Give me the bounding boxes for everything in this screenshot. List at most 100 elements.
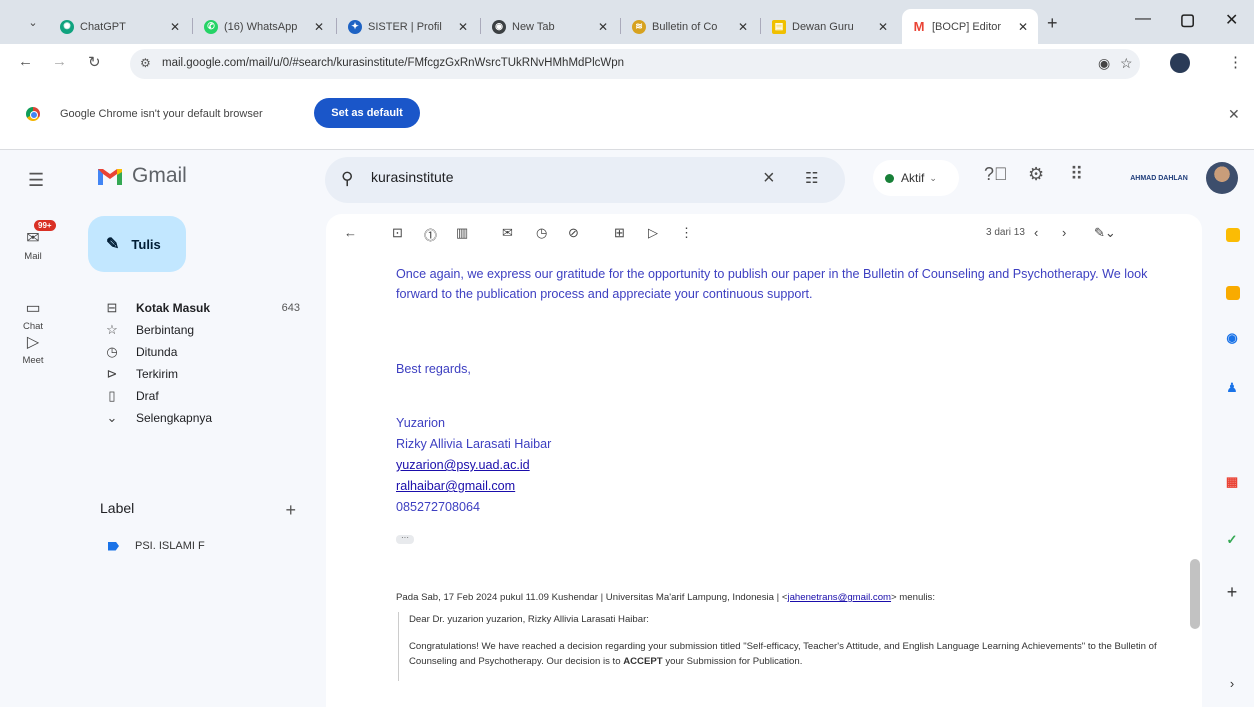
site-settings-icon[interactable]: ⚙ [140, 56, 151, 70]
organization-logo[interactable]: AHMAD DAHLAN [1120, 166, 1198, 190]
status-selector[interactable]: Aktif ⌄ [873, 160, 959, 196]
browser-menu-icon[interactable]: ⋮ [1228, 53, 1243, 71]
browser-tab[interactable]: ▤ Dewan Guru ✕ [762, 9, 898, 44]
get-addons-plus-icon[interactable]: + [1222, 582, 1242, 602]
maximize-button[interactable]: ▢ [1180, 10, 1195, 30]
clock-icon: ◷ [106, 344, 118, 359]
addon-icon[interactable]: ▦ [1222, 472, 1242, 492]
tab-search-chevron-icon[interactable]: ⌄ [22, 12, 44, 34]
gmail-logo[interactable]: Gmail [96, 164, 187, 188]
rail-mail[interactable]: ✉ 99+ Mail [12, 220, 56, 262]
browser-tab[interactable]: ≋ Bulletin of Co ✕ [622, 9, 758, 44]
tab-close-icon[interactable]: ✕ [738, 20, 748, 34]
set-as-default-button[interactable]: Set as default [314, 98, 420, 128]
newer-chevron-icon[interactable]: ‹ [1034, 225, 1038, 240]
message-closing: Best regards, [396, 362, 471, 376]
draft-icon: ▯ [108, 388, 116, 403]
account-avatar[interactable] [1206, 162, 1238, 194]
browser-toolbar: ← → ↻ ⚙ mail.google.com/mail/u/0/#search… [0, 44, 1254, 84]
bookmark-star-icon[interactable]: ☆ [1120, 55, 1133, 72]
checkmark-addon-icon[interactable]: ✓ [1222, 530, 1242, 550]
add-label-button[interactable]: + [285, 500, 296, 521]
help-icon[interactable]: ?⃝ [984, 164, 1008, 185]
rail-meet[interactable]: ▷ Meet [12, 332, 54, 366]
pencil-icon: ✎ [106, 236, 120, 253]
chat-icon: ▭ [25, 300, 41, 317]
mark-unread-icon[interactable]: ✉ [502, 225, 513, 241]
clear-search-icon[interactable]: × [763, 167, 775, 190]
settings-gear-icon[interactable]: ⚙ [1028, 164, 1044, 185]
show-trimmed-content-button[interactable]: ··· [396, 534, 414, 544]
tab-close-icon[interactable]: ✕ [170, 20, 180, 34]
quoted-sender-email-link[interactable]: jahenetrans@gmail.com [787, 592, 891, 603]
sister-favicon-icon: ✦ [348, 19, 362, 34]
mail-search-input[interactable] [371, 169, 751, 185]
nav-more[interactable]: ⌄ Selengkapnya [100, 405, 300, 431]
infobar-close-icon[interactable]: ✕ [1228, 106, 1240, 123]
report-spam-icon[interactable]: ⓵ [424, 225, 437, 244]
keep-icon[interactable] [1226, 286, 1240, 300]
minimize-button[interactable]: — [1135, 10, 1151, 28]
quoted-header: Pada Sab, 17 Feb 2024 pukul 11.09 Kushen… [396, 592, 936, 603]
tab-close-icon[interactable]: ✕ [314, 20, 324, 34]
meet-icon: ▷ [26, 334, 40, 351]
gmail-app: ☰ Gmail ⚲ × ☷ Aktif ⌄ ?⃝ ⚙ ⠿ AHMAD DAHLA… [0, 150, 1254, 707]
signature-name: Yuzarion [396, 416, 446, 430]
message-body: Once again, we express our gratitude for… [396, 264, 1176, 304]
more-options-icon[interactable]: ⋮ [680, 225, 693, 241]
back-to-list-icon[interactable]: ← [344, 225, 357, 240]
back-arrow-icon[interactable]: ← [18, 53, 33, 70]
browser-tab[interactable]: ✆ (16) WhatsApp ✕ [194, 9, 334, 44]
rail-chat[interactable]: ▭ Chat [12, 298, 54, 332]
browser-tab-active[interactable]: M [BOCP] Editor ✕ [902, 9, 1038, 44]
url-text[interactable]: mail.google.com/mail/u/0/#search/kurasin… [162, 57, 624, 69]
browser-tab[interactable]: ✺ ChatGPT ✕ [50, 9, 190, 44]
tab-close-icon[interactable]: ✕ [878, 20, 888, 34]
compose-button[interactable]: ✎ Tulis [88, 216, 186, 272]
star-icon: ☆ [106, 322, 118, 337]
show-side-panel-chevron-icon[interactable]: › [1222, 674, 1242, 694]
new-tab-button[interactable]: + [1047, 13, 1058, 34]
move-to-icon[interactable]: ⊞ [614, 225, 625, 241]
chevron-down-icon: ⌄ [106, 410, 118, 425]
quoted-message: Dear Dr. yuzarion yuzarion, Rizky Allivi… [398, 612, 1198, 681]
tasks-icon[interactable]: ◉ [1222, 328, 1242, 348]
archive-icon[interactable]: ⊡ [392, 225, 403, 241]
signature-email-link[interactable]: ralhaibar@gmail.com [396, 479, 515, 493]
address-bar[interactable]: ⚙ mail.google.com/mail/u/0/#search/kuras… [130, 49, 1140, 79]
search-options-icon[interactable]: ☷ [805, 169, 818, 187]
reload-icon[interactable]: ↻ [88, 53, 101, 71]
message-pane: ← ⊡ ⓵ ▥ ✉ ◷ ⊘ ⊞ ▷ ⋮ 3 dari 13 ‹ › ✎⌄ Onc… [326, 214, 1202, 707]
browser-profile-avatar[interactable] [1170, 53, 1190, 73]
tab-close-icon[interactable]: ✕ [598, 20, 608, 34]
snooze-icon[interactable]: ◷ [536, 225, 547, 241]
quoted-greeting: Dear Dr. yuzarion yuzarion, Rizky Allivi… [409, 614, 649, 625]
message-scrollbar-thumb[interactable] [1190, 559, 1200, 629]
contacts-icon[interactable]: ♟ [1222, 378, 1242, 398]
whatsapp-favicon-icon: ✆ [204, 19, 218, 34]
delete-icon[interactable]: ▥ [456, 225, 468, 241]
calendar-icon[interactable] [1226, 228, 1240, 242]
unread-badge: 99+ [34, 220, 56, 231]
forward-arrow-icon[interactable]: → [52, 53, 67, 70]
signature-email-link[interactable]: yuzarion@psy.uad.ac.id [396, 458, 530, 472]
main-menu-icon[interactable]: ☰ [28, 170, 44, 191]
view-icon[interactable]: ◉ [1098, 55, 1110, 72]
input-tools-icon[interactable]: ✎⌄ [1094, 225, 1116, 241]
browser-tab[interactable]: ◉ New Tab ✕ [482, 9, 618, 44]
gmail-wordmark: Gmail [132, 164, 187, 187]
browser-tab[interactable]: ✦ SISTER | Profil ✕ [338, 9, 478, 44]
apps-grid-icon[interactable]: ⠿ [1070, 164, 1083, 185]
default-browser-infobar: Google Chrome isn't your default browser… [0, 84, 1254, 150]
label-icon[interactable]: ▷ [648, 225, 658, 241]
window-close-button[interactable]: ✕ [1225, 10, 1238, 30]
label-tag-icon [108, 541, 119, 551]
add-task-icon[interactable]: ⊘ [568, 225, 579, 241]
tab-close-icon[interactable]: ✕ [458, 20, 468, 34]
older-chevron-icon[interactable]: › [1062, 225, 1066, 240]
signature-name: Rizky Allivia Larasati Haibar [396, 437, 552, 451]
tab-close-icon[interactable]: ✕ [1018, 20, 1028, 34]
chrome-logo-icon [26, 107, 40, 121]
label-item[interactable]: PSI. ISLAMI F [108, 540, 205, 552]
search-icon[interactable]: ⚲ [341, 169, 353, 189]
